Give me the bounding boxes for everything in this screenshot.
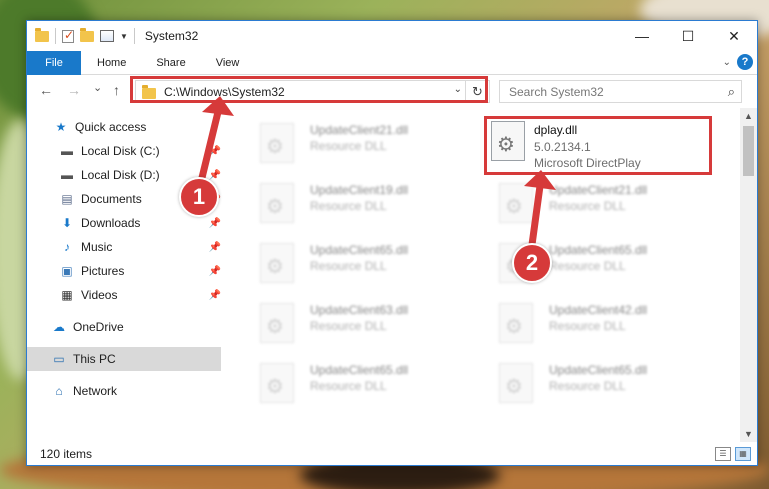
tab-file[interactable]: File (27, 50, 81, 75)
pin-icon: 📌 (208, 241, 221, 253)
search-icon[interactable]: ⌕ (728, 84, 735, 100)
back-button[interactable]: ← (39, 82, 53, 98)
sidebar-item-quick-access[interactable]: ★ Quick access (27, 115, 221, 139)
properties-check-icon[interactable] (62, 28, 74, 43)
file-item[interactable]: ⚙ UpdateClient19.dll Resource DLL (246, 177, 466, 229)
maximize-button[interactable]: ☐ (665, 21, 711, 51)
step-2-badge: 2 (512, 243, 552, 283)
expand-ribbon-icon[interactable]: ⌄ (723, 57, 731, 68)
address-highlight-box (130, 76, 488, 103)
file-item[interactable]: ⚙ UpdateClient63.dll Resource DLL (246, 297, 466, 349)
dll-file-icon: ⚙ (260, 123, 294, 163)
file-item[interactable]: ⚙ UpdateClient65.dll Resource DLL (246, 357, 466, 409)
close-button[interactable]: ✕ (711, 21, 757, 51)
tab-home[interactable]: Home (81, 51, 140, 75)
pin-icon: 📌 (208, 265, 221, 277)
forward-button[interactable]: → (67, 82, 81, 98)
dll-file-icon: ⚙ (260, 183, 294, 223)
sidebar-item-videos[interactable]: ▦ Videos 📌 (27, 283, 221, 307)
step-1-badge: 1 (179, 177, 219, 217)
file-item[interactable]: ⚙ UpdateClient65.dll Resource DLL (246, 237, 466, 289)
file-name: dplay.dll (534, 123, 578, 137)
sidebar-item-pictures[interactable]: ▣ Pictures 📌 (27, 259, 221, 283)
dll-file-icon: ⚙ (491, 121, 525, 161)
file-item[interactable]: ⚙ UpdateClient42.dll Resource DLL (485, 297, 705, 349)
tab-view[interactable]: View (200, 51, 254, 75)
minimize-button[interactable]: — (619, 21, 665, 51)
up-button[interactable]: ↑ (113, 82, 120, 98)
dll-file-icon: ⚙ (499, 363, 533, 403)
view-options-icon[interactable] (100, 30, 114, 42)
sidebar-item-this-pc[interactable]: ▭ This PC (27, 347, 221, 371)
navigation-bar: ← → ⌄ ↑ C:\Windows\System32 ⌄ ↻ Search S… (27, 76, 757, 108)
customize-qat-icon[interactable]: ▼ (120, 32, 128, 41)
download-icon: ⬇ (61, 216, 73, 230)
dll-file-icon: ⚙ (260, 243, 294, 283)
file-item[interactable]: ⚙ UpdateClient21.dll Resource DLL (246, 117, 466, 169)
drive-icon: ▬ (61, 168, 73, 182)
vertical-scrollbar[interactable]: ▲ ▼ (740, 108, 757, 442)
search-box[interactable]: Search System32 ⌕ (499, 80, 742, 103)
sidebar-item-local-disk-c[interactable]: ▬ Local Disk (C:) 📌 (27, 139, 221, 163)
quick-access-toolbar: ▼ (27, 21, 135, 51)
file-description: Microsoft DirectPlay (534, 156, 641, 170)
file-version: 5.0.2134.1 (534, 140, 591, 154)
pictures-icon: ▣ (61, 264, 73, 278)
sidebar-item-network[interactable]: ⌂ Network (27, 379, 221, 403)
ribbon-tabs: File Home Share View ⌄ ? (27, 50, 757, 75)
star-icon: ★ (55, 120, 67, 134)
help-icon[interactable]: ? (737, 54, 753, 70)
dll-file-icon: ⚙ (260, 303, 294, 343)
new-folder-icon[interactable] (80, 27, 94, 42)
network-icon: ⌂ (55, 384, 63, 398)
pin-icon: 📌 (208, 145, 221, 157)
documents-icon: ▤ (61, 192, 73, 206)
search-input[interactable]: Search System32 (509, 85, 604, 99)
pin-icon: 📌 (208, 289, 221, 301)
scroll-up-icon[interactable]: ▲ (744, 111, 753, 121)
drive-icon: ▬ (61, 144, 73, 158)
dll-file-icon: ⚙ (499, 303, 533, 343)
window-controls: — ☐ ✕ (619, 21, 757, 51)
file-item[interactable]: ⚙ UpdateClient65.dll Resource DLL (485, 357, 705, 409)
scrollbar-thumb[interactable] (743, 126, 754, 176)
window-title: System32 (144, 29, 199, 43)
explorer-window: ▼ System32 — ☐ ✕ File Home Share View ⌄ … (26, 20, 758, 466)
scroll-down-icon[interactable]: ▼ (744, 429, 753, 439)
pin-icon: 📌 (208, 217, 221, 229)
item-count: 120 items (40, 447, 93, 461)
music-icon: ♪ (64, 240, 70, 254)
computer-icon: ▭ (53, 352, 65, 366)
cloud-icon: ☁ (53, 320, 65, 334)
sidebar-item-music[interactable]: ♪ Music 📌 (27, 235, 221, 259)
dll-file-icon: ⚙ (499, 183, 533, 223)
tab-share[interactable]: Share (140, 51, 199, 75)
title-bar: ▼ System32 — ☐ ✕ (27, 21, 757, 51)
videos-icon: ▦ (61, 288, 73, 302)
file-item[interactable]: ⚙ UpdateClient21.dll Resource DLL (485, 177, 705, 229)
recent-locations-button[interactable]: ⌄ (93, 81, 102, 94)
folder-icon[interactable] (35, 27, 49, 42)
status-bar: 120 items ☰ ▦ (27, 443, 757, 465)
pin-icon: 📌 (208, 169, 221, 181)
details-view-icon[interactable]: ☰ (715, 447, 731, 461)
dplay-dll-file[interactable]: ⚙ dplay.dll 5.0.2134.1 Microsoft DirectP… (484, 116, 712, 175)
sidebar-item-onedrive[interactable]: ☁ OneDrive (27, 315, 221, 339)
navigation-pane: ★ Quick access ▬ Local Disk (C:) 📌 ▬ Loc… (27, 111, 221, 441)
dll-file-icon: ⚙ (260, 363, 294, 403)
tiles-view-icon[interactable]: ▦ (735, 447, 751, 461)
